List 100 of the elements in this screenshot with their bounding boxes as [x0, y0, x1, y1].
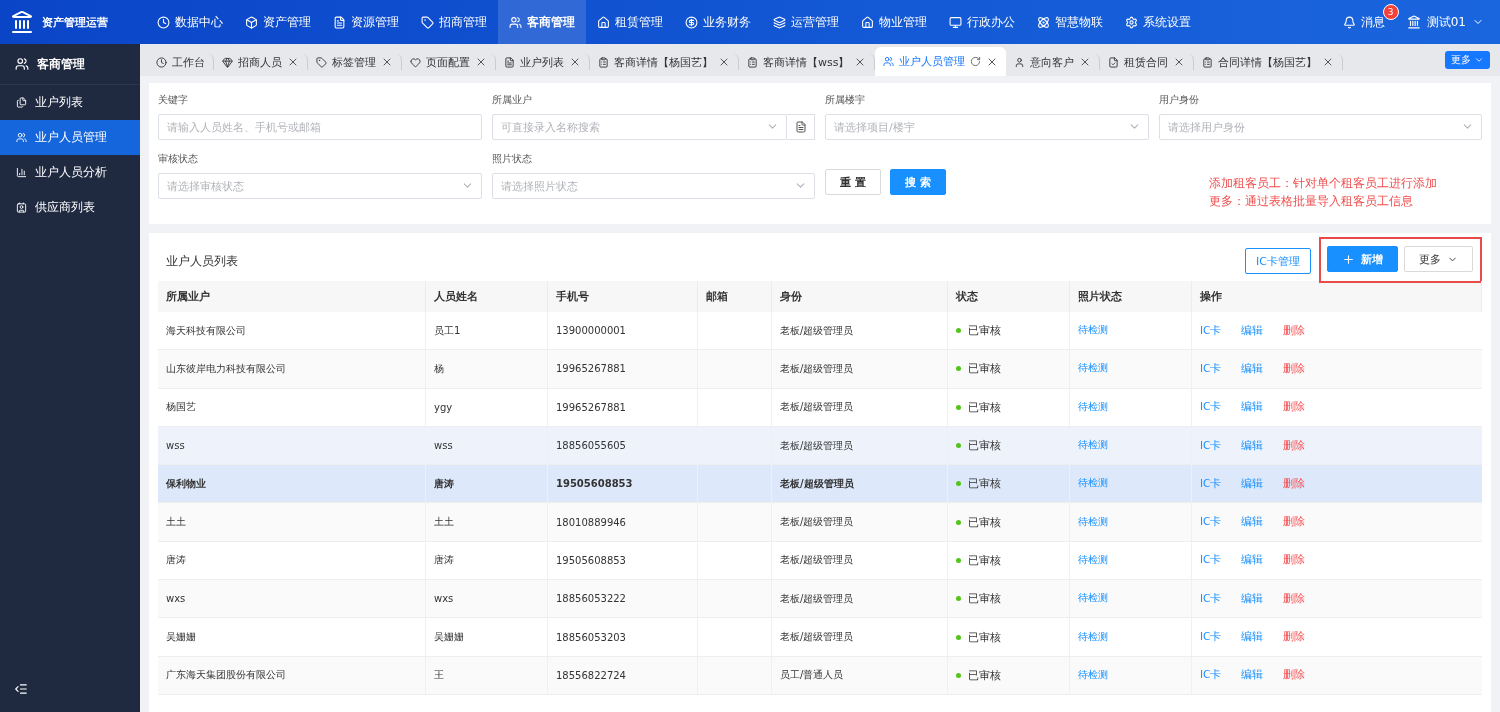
collapse-menu-icon[interactable] [14, 682, 28, 696]
photo-status-link[interactable]: 待检测 [1078, 477, 1108, 491]
select-field[interactable]: 请选择照片状态 [491, 173, 815, 199]
delete-link[interactable]: 删除 [1283, 400, 1306, 415]
photo-status-link[interactable]: 待检测 [1078, 553, 1108, 567]
messages-link[interactable]: 消息 [1360, 13, 1385, 31]
edit-link[interactable]: 编辑 [1241, 361, 1264, 376]
more-button[interactable]: 更多 [1404, 246, 1473, 272]
ic-card-link[interactable]: IC卡 [1200, 438, 1222, 453]
photo-status-link[interactable]: 待检测 [1078, 592, 1108, 606]
ic-card-link[interactable]: IC卡 [1200, 400, 1222, 415]
user-menu[interactable]: 测试01 [1426, 13, 1466, 31]
nav-item[interactable]: 运营管理 [762, 0, 850, 44]
input-field[interactable]: 请输入人员姓名、手机号或邮箱 [158, 114, 482, 140]
table-row[interactable]: 山东彼岸电力科技有限公司 杨 19965267881 老板/超级管理员 已审核 待检测 IC卡 编辑 删除 [158, 350, 1482, 389]
photo-status-link[interactable]: 待检测 [1078, 400, 1108, 414]
ic-card-link[interactable]: IC卡 [1200, 591, 1222, 606]
edit-link[interactable]: 编辑 [1241, 553, 1264, 568]
nav-item[interactable]: 物业管理 [850, 0, 938, 44]
table-row[interactable]: 保利物业 唐涛 19505608853 老板/超级管理员 已审核 待检测 IC卡 编辑 删除 [158, 465, 1482, 504]
delete-link[interactable]: 删除 [1283, 361, 1306, 376]
delete-link[interactable]: 删除 [1283, 630, 1306, 644]
edit-link[interactable]: 编辑 [1241, 630, 1264, 644]
sidebar-item[interactable]: 供应商列表 [0, 190, 140, 225]
page-tab[interactable]: 合同详情【杨国艺】 [1194, 54, 1344, 70]
ic-card-link[interactable]: IC卡 [1200, 361, 1222, 376]
delete-link[interactable]: 删除 [1283, 591, 1306, 606]
close-icon[interactable] [569, 56, 581, 68]
photo-status-link[interactable]: 待检测 [1078, 630, 1108, 644]
delete-link[interactable]: 删除 [1283, 323, 1306, 338]
select-field[interactable]: 可直接录入名称搜索 [491, 114, 787, 140]
edit-link[interactable]: 编辑 [1241, 438, 1264, 453]
table-row[interactable]: 吴姗姗 吴姗姗 18856053203 老板/超级管理员 已审核 待检测 IC卡 编辑 删除 [158, 618, 1482, 657]
table-row[interactable]: wss wss 18856055605 老板/超级管理员 已审核 待检测 IC卡 编辑 删除 [158, 426, 1482, 466]
ic-card-link[interactable]: IC卡 [1200, 668, 1222, 683]
ic-card-link[interactable]: IC卡 [1200, 323, 1222, 338]
photo-status-link[interactable]: 待检测 [1078, 324, 1108, 338]
close-icon[interactable] [381, 56, 393, 68]
delete-link[interactable]: 删除 [1283, 668, 1306, 683]
ic-card-button[interactable]: IC卡管理 [1245, 248, 1311, 274]
nav-item[interactable]: 招商管理 [410, 0, 498, 44]
select-field[interactable]: 请选择审核状态 [158, 173, 482, 199]
delete-link[interactable]: 删除 [1283, 476, 1306, 491]
page-tab[interactable]: 业户列表 [496, 54, 590, 70]
photo-status-link[interactable]: 待检测 [1078, 515, 1108, 529]
close-icon[interactable] [718, 56, 730, 68]
ic-card-link[interactable]: IC卡 [1200, 553, 1222, 568]
table-row[interactable]: 杨国艺 ygy 19965267881 老板/超级管理员 已审核 待检测 IC卡 编辑 删除 [158, 388, 1482, 427]
close-icon[interactable] [475, 56, 487, 68]
delete-link[interactable]: 删除 [1283, 515, 1306, 530]
close-icon[interactable] [287, 56, 299, 68]
table-row[interactable]: wxs wxs 18856053222 老板/超级管理员 已审核 待检测 IC卡 编辑 删除 [158, 580, 1482, 619]
table-row[interactable]: 广东海天集团股份有限公司 王 18556822724 员工/普通人员 已审核 待检测 IC卡 编辑 删除 [158, 656, 1482, 695]
table-row[interactable]: 土土 土土 18010889946 老板/超级管理员 已审核 待检测 IC卡 编辑 删除 [158, 503, 1482, 542]
page-tab[interactable]: 工作台 [148, 54, 214, 70]
nav-item[interactable]: 系统设置 [1114, 0, 1202, 44]
ic-card-link[interactable]: IC卡 [1200, 476, 1222, 491]
select-field[interactable]: 请选择项目/楼宇 [825, 114, 1149, 140]
add-button[interactable]: 新增 [1327, 246, 1398, 272]
refresh-icon[interactable] [970, 56, 982, 67]
nav-item[interactable]: 资源管理 [322, 0, 410, 44]
more-tabs-button[interactable]: 更多 [1445, 51, 1490, 69]
page-tab[interactable]: 客商详情【杨国艺】 [590, 54, 739, 70]
reset-button[interactable]: 重 置 [825, 169, 881, 195]
nav-item[interactable]: 行政办公 [938, 0, 1026, 44]
status-dot [956, 634, 961, 640]
page-tab[interactable]: 业户人员管理 [875, 47, 1007, 76]
delete-link[interactable]: 删除 [1283, 553, 1306, 568]
nav-item[interactable]: 数据中心 [146, 0, 234, 44]
edit-link[interactable]: 编辑 [1241, 668, 1264, 683]
sidebar-item[interactable]: 业户人员管理 [0, 120, 140, 155]
bell-icon[interactable] [1342, 15, 1356, 29]
sidebar-item[interactable]: 业户人员分析 [0, 155, 140, 190]
nav-item[interactable]: 资产管理 [234, 0, 322, 44]
document-button[interactable] [787, 114, 815, 140]
page-tab[interactable]: 标签管理 [308, 54, 402, 70]
page-tab[interactable]: 意向客户 [1006, 54, 1101, 70]
ic-card-link[interactable]: IC卡 [1200, 630, 1222, 644]
edit-link[interactable]: 编辑 [1241, 400, 1264, 415]
photo-status-link[interactable]: 待检测 [1078, 362, 1108, 376]
nav-item[interactable]: 业务财务 [674, 0, 762, 44]
delete-link[interactable]: 删除 [1283, 438, 1306, 453]
photo-status-link[interactable]: 待检测 [1078, 668, 1108, 682]
edit-link[interactable]: 编辑 [1241, 591, 1264, 606]
edit-link[interactable]: 编辑 [1241, 323, 1264, 338]
nav-item[interactable]: 客商管理 [498, 0, 586, 44]
photo-status-link[interactable]: 待检测 [1078, 439, 1108, 453]
edit-link[interactable]: 编辑 [1241, 476, 1264, 491]
nav-item[interactable]: 智慧物联 [1026, 0, 1114, 44]
edit-link[interactable]: 编辑 [1241, 515, 1264, 530]
nav-item[interactable]: 租赁管理 [586, 0, 674, 44]
search-button[interactable]: 搜 索 [889, 169, 946, 195]
page-tab[interactable]: 页面配置 [402, 54, 496, 70]
table-row[interactable]: 唐涛 唐涛 19505608853 老板/超级管理员 已审核 待检测 IC卡 编辑 删除 [158, 541, 1482, 581]
ic-card-link[interactable]: IC卡 [1200, 515, 1222, 530]
page-tab[interactable]: 租赁合同 [1100, 54, 1195, 70]
select-field[interactable]: 请选择用户身份 [1158, 114, 1482, 140]
table-row[interactable]: 海天科技有限公司 员工1 13900000001 老板/超级管理员 已审核 待检测 IC卡 编辑 删除 [158, 312, 1482, 351]
page-tab[interactable]: 招商人员 [214, 54, 308, 70]
sidebar-item[interactable]: 业户列表 [0, 85, 140, 120]
